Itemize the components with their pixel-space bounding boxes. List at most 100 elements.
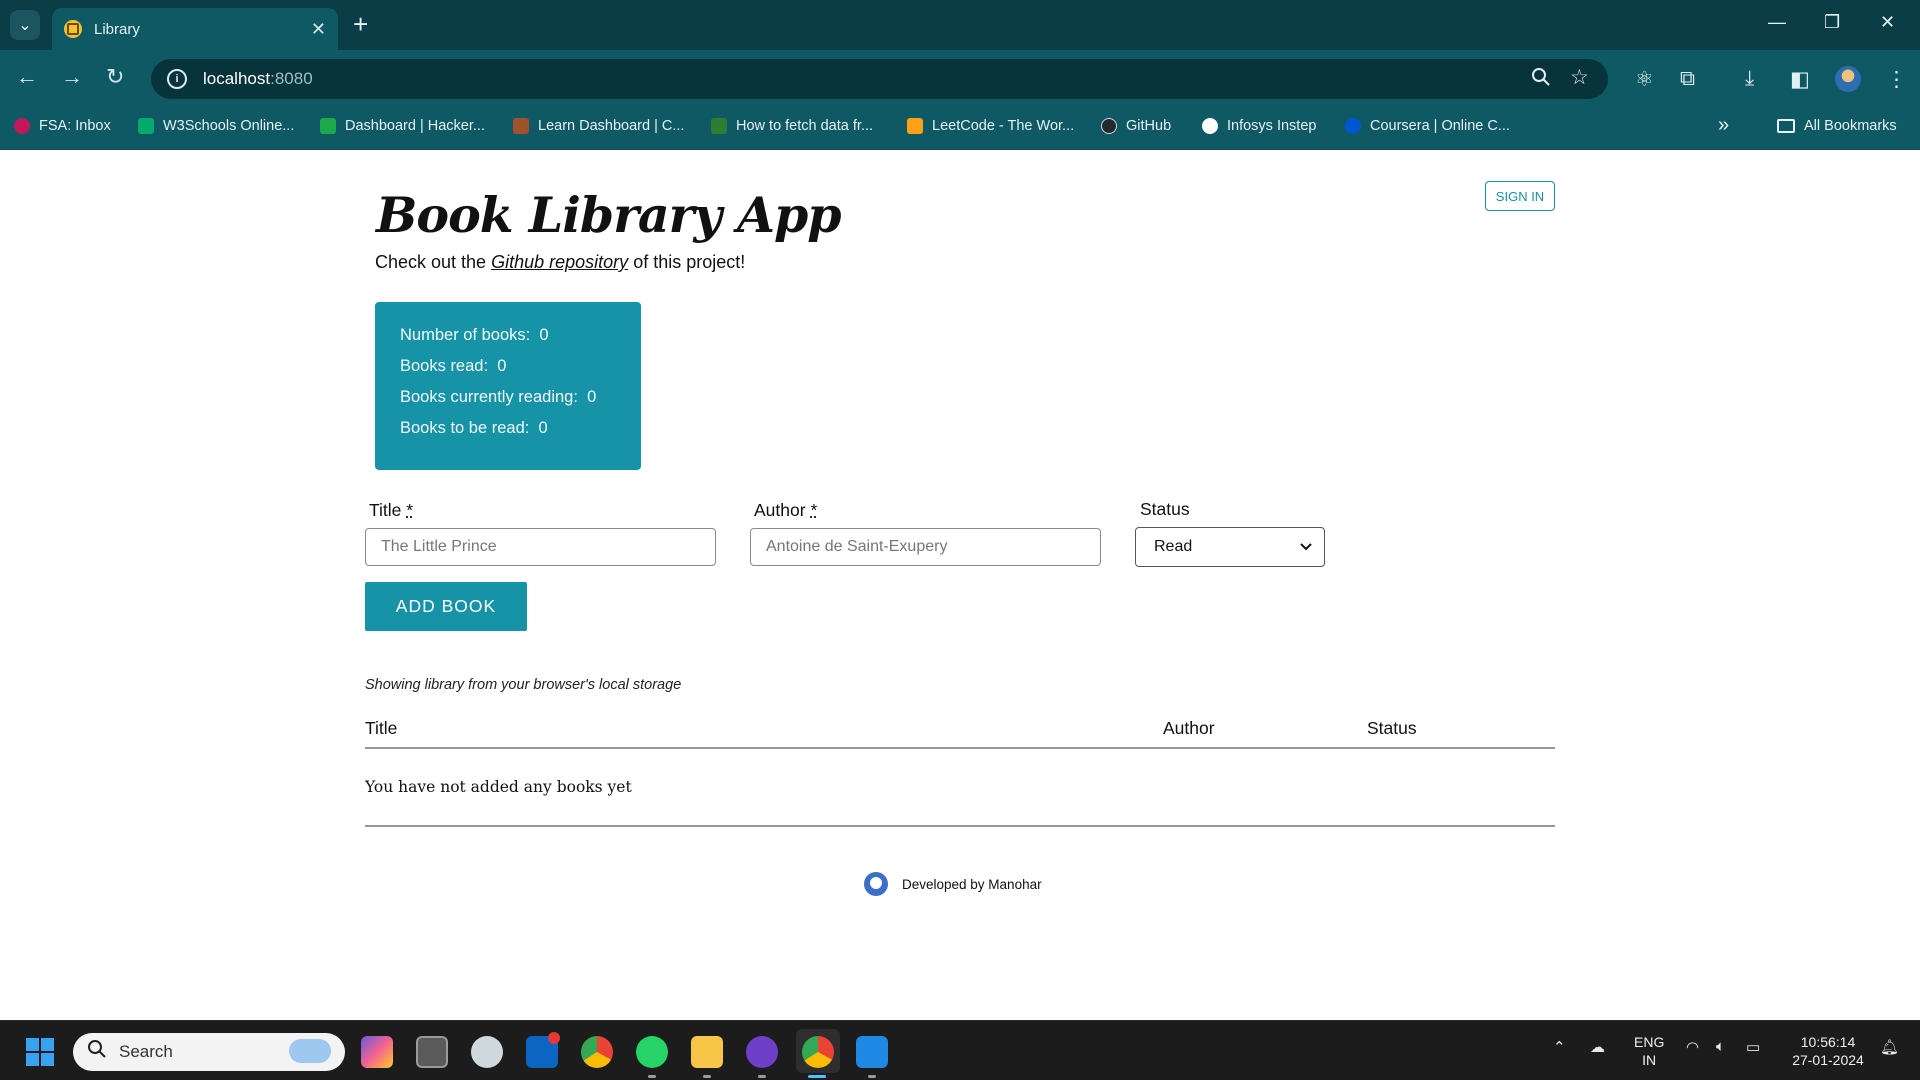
bookmark-github[interactable]: GitHub <box>1101 118 1171 134</box>
taskbar-search[interactable]: Search <box>73 1033 345 1071</box>
bookmark-w3schools[interactable]: W3Schools Online... <box>138 118 294 134</box>
author-field-label: Author * <box>754 500 817 521</box>
library-favicon-icon <box>64 20 82 38</box>
page-subtitle: Check out the Github repository of this … <box>375 252 745 273</box>
hackerrank-icon <box>320 118 336 134</box>
title-label-text: Title <box>369 500 402 520</box>
chrome-profile-icon[interactable] <box>802 1036 834 1068</box>
extensions-icon[interactable]: ⧉ <box>1680 67 1695 91</box>
weather-cloud-icon <box>289 1039 331 1063</box>
bookmark-codechef[interactable]: Learn Dashboard | C... <box>513 118 684 134</box>
whatsapp-icon[interactable] <box>636 1036 668 1068</box>
status-select[interactable]: Read <box>1135 527 1325 567</box>
back-button[interactable]: ← <box>16 64 38 90</box>
profile-avatar[interactable] <box>1835 66 1861 92</box>
bookmark-label: How to fetch data fr... <box>736 118 874 134</box>
language-code: ENG <box>1634 1034 1665 1050</box>
stat-value: 0 <box>539 326 549 344</box>
browser-tab-bar: ⌄ Library ✕ + — ❐ ✕ <box>0 0 1920 50</box>
download-icon[interactable]: ⤓ <box>1745 67 1754 91</box>
github-desktop-icon[interactable] <box>746 1036 778 1068</box>
chevron-down-icon: ⌄ <box>18 17 32 34</box>
new-tab-button[interactable]: + <box>353 11 368 37</box>
title-field-label: Title * <box>369 500 413 521</box>
tab-library[interactable]: Library ✕ <box>52 8 338 50</box>
notification-bell-icon[interactable]: 🔔︎ <box>1880 1038 1899 1056</box>
chevron-up-icon[interactable]: ⌃ <box>1553 1038 1566 1056</box>
forward-button[interactable]: → <box>61 64 83 90</box>
table-bottom-divider <box>365 825 1555 827</box>
zoom-icon[interactable] <box>1531 67 1551 93</box>
clock[interactable]: 10:56:14 27-01-2024 <box>1780 1033 1876 1069</box>
all-bookmarks-label: All Bookmarks <box>1804 118 1897 134</box>
tab-title: Library <box>94 20 140 38</box>
bookmark-label: Infosys Instep <box>1227 118 1317 134</box>
coursera-icon <box>1345 118 1361 134</box>
chevron-down-icon <box>1300 538 1312 556</box>
chrome-icon[interactable] <box>581 1036 613 1068</box>
task-view-icon[interactable] <box>416 1036 448 1068</box>
search-icon <box>87 1039 107 1065</box>
github-icon <box>1101 118 1117 134</box>
bookmark-label: W3Schools Online... <box>163 118 295 134</box>
react-devtools-icon[interactable]: ⚛ <box>1635 67 1654 92</box>
weather-icon[interactable] <box>471 1036 503 1068</box>
clock-date: 27-01-2024 <box>1792 1052 1864 1068</box>
reload-button[interactable]: ↻ <box>106 64 124 90</box>
volume-icon[interactable]: 🔈︎ <box>1716 1038 1725 1055</box>
bookmark-label: LeetCode - The Wor... <box>932 118 1075 134</box>
author-input[interactable]: Antoine de Saint-Exupery <box>750 528 1101 566</box>
start-button[interactable] <box>26 1038 54 1066</box>
running-indicator <box>648 1075 656 1078</box>
search-label: Search <box>119 1042 173 1061</box>
w3schools-icon <box>138 118 154 134</box>
stat-label: Books to be read: <box>400 419 530 437</box>
bookmark-fsa-inbox[interactable]: FSA: Inbox <box>14 118 111 134</box>
running-indicator <box>758 1075 766 1078</box>
close-window-button[interactable]: ✕ <box>1880 12 1895 33</box>
bookmark-star-icon[interactable]: ☆ <box>1570 65 1589 90</box>
address-bar[interactable]: i localhost:8080 ☆ <box>151 59 1608 99</box>
required-mark: * <box>810 500 818 520</box>
bookmarks-overflow-button[interactable]: » <box>1718 114 1729 137</box>
restore-button[interactable]: ❐ <box>1824 12 1840 33</box>
bookmark-fetch-data[interactable]: How to fetch data fr... <box>711 118 873 134</box>
tab-close-icon[interactable]: ✕ <box>311 19 326 40</box>
url-port: :8080 <box>270 69 313 88</box>
footer: Developed by Manohar <box>864 872 1042 896</box>
footer-credit: Developed by Manohar <box>902 876 1042 892</box>
bookmark-leetcode[interactable]: LeetCode - The Wor... <box>907 118 1074 134</box>
kebab-menu-icon[interactable]: ⋮ <box>1886 67 1907 92</box>
bookmark-infosys[interactable]: Infosys Instep <box>1202 118 1316 134</box>
windows-taskbar: Search ⌃ ☁ ENG IN ◠ 🔈︎ ▭ 10:56:14 27-01-… <box>0 1020 1920 1080</box>
add-book-button[interactable]: ADD BOOK <box>365 582 527 631</box>
sign-in-button[interactable]: SIGN IN <box>1485 181 1555 211</box>
battery-icon[interactable]: ▭ <box>1746 1038 1760 1056</box>
side-panel-icon[interactable]: ◧ <box>1790 67 1810 92</box>
bookmark-label: FSA: Inbox <box>39 118 111 134</box>
wifi-icon[interactable]: ◠ <box>1686 1038 1699 1056</box>
file-explorer-icon[interactable] <box>691 1036 723 1068</box>
leetcode-icon <box>907 118 923 134</box>
github-repository-link[interactable]: Github repository <box>491 252 628 272</box>
copilot-icon[interactable] <box>361 1036 393 1068</box>
vscode-icon[interactable] <box>856 1036 888 1068</box>
stat-books-reading: Books currently reading: 0 <box>400 388 641 419</box>
active-indicator <box>808 1075 826 1078</box>
bookmark-coursera[interactable]: Coursera | Online C... <box>1345 118 1510 134</box>
fsa-icon <box>14 118 30 134</box>
gfg-icon <box>711 118 727 134</box>
github-icon[interactable] <box>864 872 888 896</box>
running-indicator <box>868 1075 876 1078</box>
bookmark-hackerrank[interactable]: Dashboard | Hacker... <box>320 118 485 134</box>
onedrive-cloud-icon[interactable]: ☁ <box>1590 1038 1605 1056</box>
language-indicator[interactable]: ENG IN <box>1634 1033 1664 1069</box>
site-info-icon[interactable]: i <box>167 69 187 89</box>
all-bookmarks-button[interactable]: All Bookmarks <box>1777 118 1897 134</box>
minimize-button[interactable]: — <box>1768 12 1786 33</box>
windows-logo-icon <box>41 1053 54 1066</box>
bookmark-label: Dashboard | Hacker... <box>345 118 485 134</box>
tab-search-button[interactable]: ⌄ <box>10 10 40 40</box>
browser-toolbar: ← → ↻ i localhost:8080 ☆ ⚛ ⧉ ⤓ ◧ ⋮ <box>0 50 1920 108</box>
title-input[interactable]: The Little Prince <box>365 528 716 566</box>
